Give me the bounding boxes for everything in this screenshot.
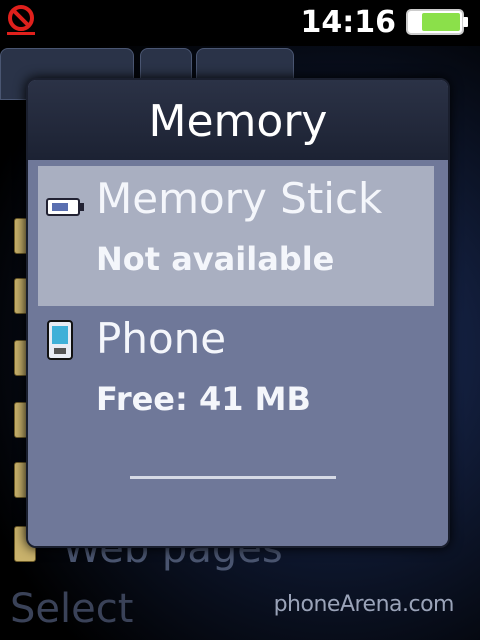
memory-option-name: Memory Stick	[96, 174, 383, 223]
dialog-divider	[130, 476, 336, 479]
memory-dialog: Memory Memory Stick Not available Phone	[26, 78, 450, 548]
memory-option-phone[interactable]: Phone Free: 41 MB	[38, 306, 434, 446]
memory-option-status: Free: 41 MB	[96, 380, 311, 418]
dialog-body: Memory Stick Not available Phone Free: 4…	[28, 160, 448, 546]
status-bar: 14:16	[0, 0, 480, 46]
softkey-select[interactable]: Select	[10, 584, 133, 634]
watermark: phoneArena.com	[273, 592, 455, 617]
memory-option-status: Not available	[96, 240, 335, 278]
status-clock: 14:16	[300, 5, 397, 40]
memory-stick-icon	[46, 198, 84, 216]
phone-screen: 14:16 Web pages Select phoneArena.com Me…	[0, 0, 480, 640]
memory-option-memory-stick[interactable]: Memory Stick Not available	[38, 166, 434, 306]
dialog-title: Memory	[148, 96, 328, 147]
phone-memory-icon	[47, 320, 73, 360]
memory-option-name: Phone	[96, 314, 227, 363]
dialog-header: Memory	[28, 80, 448, 160]
battery-full-icon	[406, 9, 468, 35]
silent-mode-icon	[7, 5, 35, 35]
